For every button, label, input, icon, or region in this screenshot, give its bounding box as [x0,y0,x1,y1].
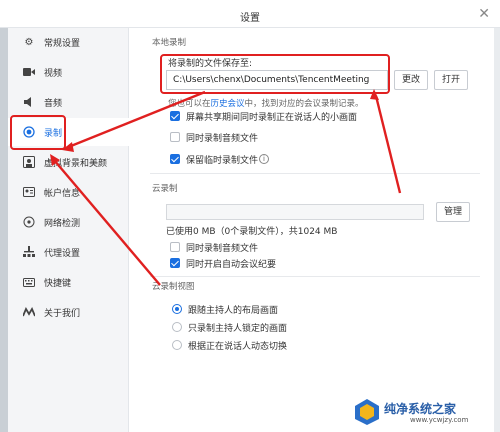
watermark-logo: 纯净系统之家 www.ycwjzy.com [350,398,492,428]
annotation-arrows [50,89,402,286]
watermark-text: 纯净系统之家 [384,402,457,416]
watermark-url: www.ycwjzy.com [410,416,469,424]
settings-window: 设置 ✕ ⚙ 常规设置 视频 音频 录制 虚拟背景和美颜 帐户信息 网络检测 代… [0,0,500,432]
watermark-icon [355,399,379,425]
background-strip [494,28,500,432]
